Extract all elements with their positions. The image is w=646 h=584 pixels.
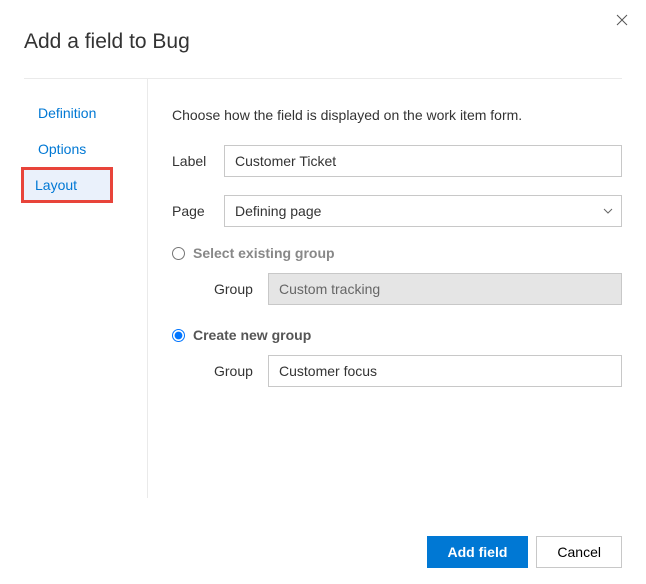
new-group-label: Group [214, 363, 268, 379]
label-input[interactable] [224, 145, 622, 177]
label-row: Label [172, 145, 622, 177]
page-row: Page Defining page [172, 195, 622, 227]
close-button[interactable] [610, 8, 634, 32]
new-group-radio-row: Create new group [172, 327, 622, 343]
existing-group-radio-label: Select existing group [193, 245, 335, 261]
add-field-dialog: Add a field to Bug Definition Options La… [0, 0, 646, 584]
existing-group-radio[interactable] [172, 247, 185, 260]
existing-group-radio-row: Select existing group [172, 245, 622, 261]
dialog-footer: Add field Cancel [427, 536, 622, 568]
sidebar-item-options[interactable]: Options [24, 131, 147, 167]
cancel-button[interactable]: Cancel [536, 536, 622, 568]
dialog-title: Add a field to Bug [0, 0, 646, 78]
layout-panel: Choose how the field is displayed on the… [148, 79, 622, 498]
sidebar: Definition Options Layout [24, 79, 148, 498]
existing-group-row: Group [214, 273, 622, 305]
add-field-button[interactable]: Add field [427, 536, 529, 568]
existing-group-label: Group [214, 281, 268, 297]
new-group-radio-label: Create new group [193, 327, 311, 343]
label-field-label: Label [172, 153, 224, 169]
new-group-row: Group [214, 355, 622, 387]
close-icon [616, 14, 628, 26]
sidebar-item-layout[interactable]: Layout [21, 167, 113, 203]
page-select-value: Defining page [224, 195, 622, 227]
existing-group-input [268, 273, 622, 305]
new-group-input[interactable] [268, 355, 622, 387]
new-group-radio[interactable] [172, 329, 185, 342]
instruction-text: Choose how the field is displayed on the… [172, 107, 622, 123]
dialog-body: Definition Options Layout Choose how the… [24, 78, 622, 498]
sidebar-item-definition[interactable]: Definition [24, 95, 147, 131]
page-field-label: Page [172, 203, 224, 219]
page-select[interactable]: Defining page [224, 195, 622, 227]
